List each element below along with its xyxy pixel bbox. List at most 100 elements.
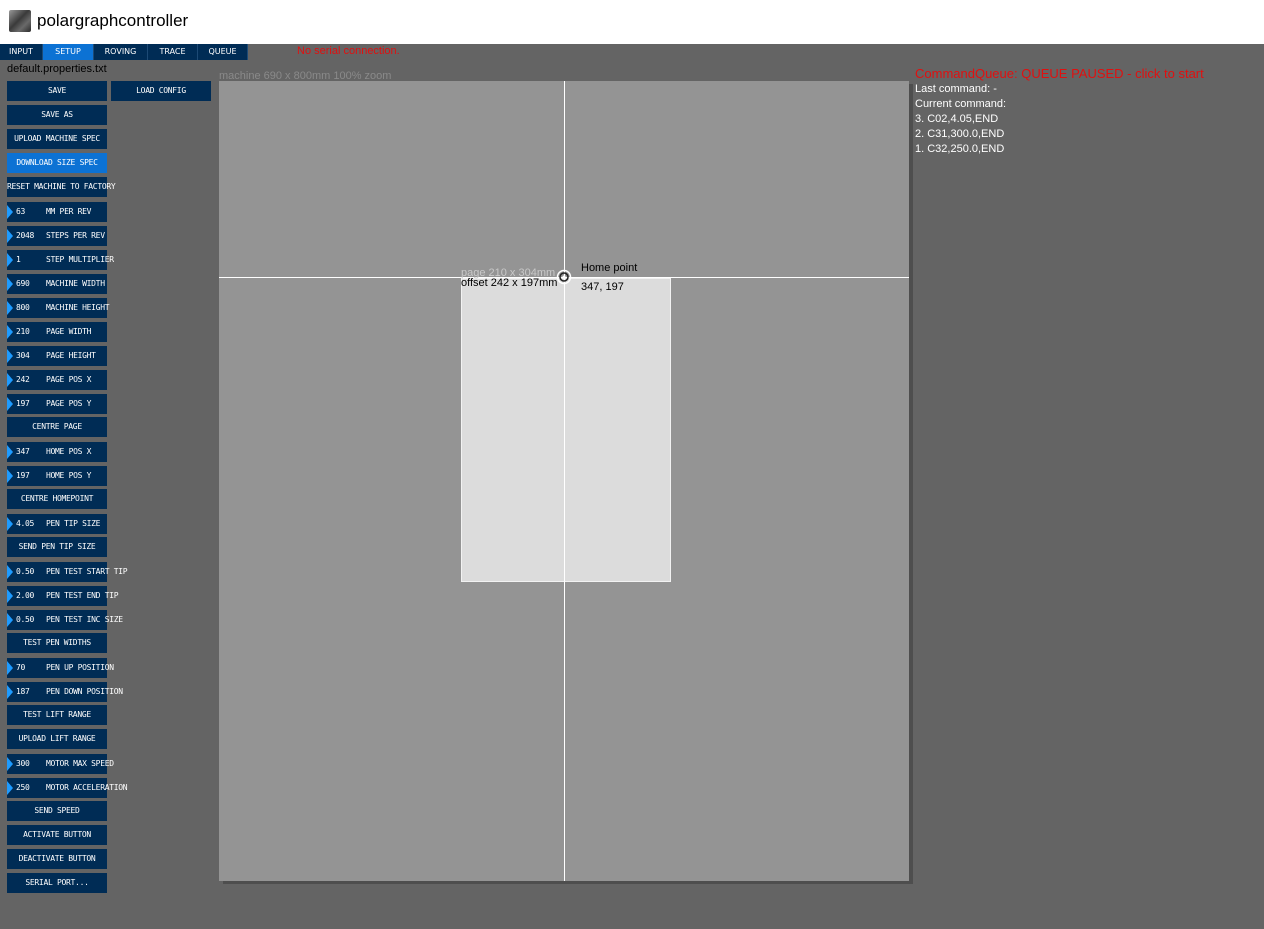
- tab-trace[interactable]: TRACE: [148, 44, 198, 60]
- increment-arrow-icon: [7, 277, 13, 291]
- app-icon: [9, 10, 31, 32]
- field-label: PEN DOWN POSITION: [46, 687, 123, 696]
- pen-up-position-field[interactable]: 70 PEN UP POSITION: [7, 658, 114, 678]
- increment-arrow-icon: [7, 205, 13, 219]
- test-pen-widths-button[interactable]: TEST PEN WIDTHS: [7, 633, 107, 653]
- mm-per-rev-field[interactable]: 63 MM PER REV: [7, 202, 107, 222]
- properties-filename: default.properties.txt: [7, 63, 107, 75]
- field-value: 800: [16, 303, 30, 312]
- field-value: 1: [16, 255, 21, 264]
- tab-queue[interactable]: QUEUE: [198, 44, 248, 60]
- motor-acceleration-field[interactable]: 250 MOTOR ACCELERATION: [7, 778, 128, 798]
- field-label: HOME POS Y: [46, 471, 92, 480]
- page-pos-x-field[interactable]: 242 PAGE POS X: [7, 370, 107, 390]
- test-lift-range-button[interactable]: TEST LIFT RANGE: [7, 705, 107, 725]
- field-label: MOTOR MAX SPEED: [46, 759, 114, 768]
- serial-port-button[interactable]: SERIAL PORT...: [7, 873, 107, 893]
- pen-test-end-tip-field[interactable]: 2.00 PEN TEST END TIP: [7, 586, 119, 606]
- page-width-field[interactable]: 210 PAGE WIDTH: [7, 322, 107, 342]
- send-pen-tip-size-button[interactable]: SEND PEN TIP SIZE: [7, 537, 107, 557]
- title-bar: polargraphcontroller: [0, 0, 1264, 44]
- increment-arrow-icon: [7, 349, 13, 363]
- increment-arrow-icon: [7, 373, 13, 387]
- upload-lift-range-button[interactable]: UPLOAD LIFT RANGE: [7, 729, 107, 749]
- command-queue-status[interactable]: CommandQueue: QUEUE PAUSED - click to st…: [915, 66, 1204, 81]
- page-height-field[interactable]: 304 PAGE HEIGHT: [7, 346, 107, 366]
- increment-arrow-icon: [7, 253, 13, 267]
- field-value: 2.00: [16, 591, 35, 600]
- current-command: Current command:: [915, 98, 1007, 110]
- increment-arrow-icon: [7, 589, 13, 603]
- field-label: PAGE WIDTH: [46, 327, 92, 336]
- last-command: Last command: -: [915, 83, 997, 95]
- page-area[interactable]: [461, 278, 671, 582]
- field-label: MOTOR ACCELERATION: [46, 783, 128, 792]
- pen-down-position-field[interactable]: 187 PEN DOWN POSITION: [7, 682, 123, 702]
- tab-input[interactable]: INPUT: [0, 44, 43, 60]
- home-point-coords: 347, 197: [581, 281, 624, 293]
- field-label: MACHINE WIDTH: [46, 279, 105, 288]
- field-value: 0.50: [16, 567, 35, 576]
- machine-height-field[interactable]: 800 MACHINE HEIGHT: [7, 298, 110, 318]
- machine-canvas[interactable]: page 210 x 304mm offset 242 x 197mm Home…: [219, 81, 909, 881]
- field-value: 250: [16, 783, 30, 792]
- field-value: 347: [16, 447, 30, 456]
- field-value: 187: [16, 687, 30, 696]
- field-value: 2048: [16, 231, 35, 240]
- field-label: MM PER REV: [46, 207, 92, 216]
- field-label: PAGE POS Y: [46, 399, 92, 408]
- save-as-button[interactable]: SAVE AS: [7, 105, 107, 125]
- deactivate-button[interactable]: DEACTIVATE BUTTON: [7, 849, 107, 869]
- pen-tip-size-field[interactable]: 4.05 PEN TIP SIZE: [7, 514, 107, 534]
- download-size-spec-button[interactable]: DOWNLOAD SIZE SPEC: [7, 153, 107, 173]
- field-label: PAGE POS X: [46, 375, 92, 384]
- tab-setup[interactable]: SETUP: [43, 44, 94, 60]
- increment-arrow-icon: [7, 397, 13, 411]
- field-value: 300: [16, 759, 30, 768]
- home-point-label: Home point: [581, 262, 638, 274]
- field-label: STEP MULTIPLIER: [46, 255, 114, 264]
- load-config-button[interactable]: LOAD CONFIG: [111, 81, 211, 101]
- increment-arrow-icon: [7, 325, 13, 339]
- field-value: 63: [16, 207, 26, 216]
- page-pos-y-field[interactable]: 197 PAGE POS Y: [7, 394, 107, 414]
- increment-arrow-icon: [7, 781, 13, 795]
- machine-width-field[interactable]: 690 MACHINE WIDTH: [7, 274, 107, 294]
- field-value: 4.05: [16, 519, 35, 528]
- field-value: 690: [16, 279, 30, 288]
- increment-arrow-icon: [7, 445, 13, 459]
- increment-arrow-icon: [7, 229, 13, 243]
- pen-test-inc-size-field[interactable]: 0.50 PEN TEST INC SIZE: [7, 610, 123, 630]
- increment-arrow-icon: [7, 757, 13, 771]
- window-title: polargraphcontroller: [37, 11, 189, 30]
- serial-status: No serial connection.: [297, 45, 400, 57]
- field-value: 242: [16, 375, 30, 384]
- field-label: PEN UP POSITION: [46, 663, 114, 672]
- pen-test-start-tip-field[interactable]: 0.50 PEN TEST START TIP: [7, 562, 128, 582]
- home-pos-y-field[interactable]: 197 HOME POS Y: [7, 466, 107, 486]
- home-pos-x-field[interactable]: 347 HOME POS X: [7, 442, 107, 462]
- home-point-icon[interactable]: [556, 269, 572, 285]
- centre-homepoint-button[interactable]: CENTRE HOMEPOINT: [7, 489, 107, 509]
- field-value: 197: [16, 471, 30, 480]
- field-label: PEN TEST END TIP: [46, 591, 119, 600]
- tab-roving[interactable]: ROVING: [94, 44, 148, 60]
- reset-machine-button[interactable]: RESET MACHINE TO FACTORY: [7, 177, 116, 197]
- increment-arrow-icon: [7, 301, 13, 315]
- field-label: MACHINE HEIGHT: [46, 303, 110, 312]
- queue-item: 3. C02,4.05,END: [915, 113, 999, 125]
- step-multiplier-field[interactable]: 1 STEP MULTIPLIER: [7, 250, 114, 270]
- centre-page-button[interactable]: CENTRE PAGE: [7, 417, 107, 437]
- field-value: 197: [16, 399, 30, 408]
- motor-max-speed-field[interactable]: 300 MOTOR MAX SPEED: [7, 754, 114, 774]
- send-speed-button[interactable]: SEND SPEED: [7, 801, 107, 821]
- queue-item: 2. C31,300.0,END: [915, 128, 1005, 140]
- field-value: 0.50: [16, 615, 35, 624]
- field-label: PEN TEST START TIP: [46, 567, 128, 576]
- save-button[interactable]: SAVE: [7, 81, 107, 101]
- increment-arrow-icon: [7, 565, 13, 579]
- upload-machine-spec-button[interactable]: UPLOAD MACHINE SPEC: [7, 129, 107, 149]
- increment-arrow-icon: [7, 661, 13, 675]
- steps-per-rev-field[interactable]: 2048 STEPS PER REV: [7, 226, 107, 246]
- activate-button[interactable]: ACTIVATE BUTTON: [7, 825, 107, 845]
